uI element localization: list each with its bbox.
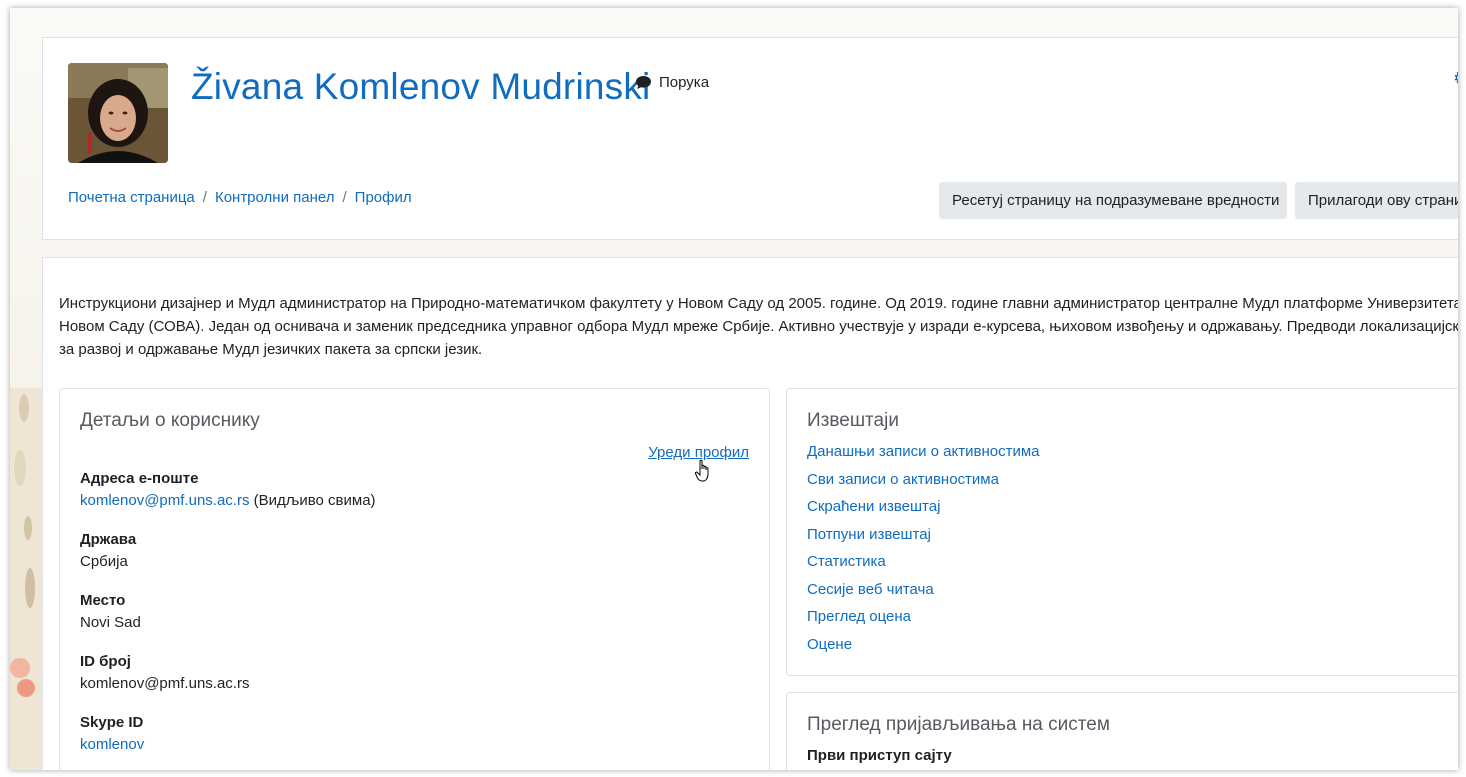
browser-viewport: Živana Komlenov Mudrinski Порука ⚙ Почет… bbox=[10, 8, 1458, 770]
floral-decoration bbox=[10, 388, 44, 770]
customize-page-button[interactable]: Прилагоди ову страницу bbox=[1295, 182, 1458, 219]
breadcrumb-separator: / bbox=[342, 189, 347, 206]
hand-cursor-icon bbox=[694, 459, 709, 482]
reports-title: Извештаји bbox=[807, 410, 899, 431]
user-avatar[interactable] bbox=[68, 63, 168, 163]
profile-content: Инструкциони дизајнер и Мудл администрат… bbox=[42, 257, 1458, 770]
id-number-label: ID број bbox=[80, 653, 131, 670]
list-item: Оцене bbox=[807, 636, 1040, 664]
email-visibility: (Видљиво свима) bbox=[253, 492, 376, 509]
reports-list: Данашњи записи о активностима Сви записи… bbox=[807, 443, 1040, 663]
report-link-browser-sessions[interactable]: Сесије веб читача bbox=[807, 581, 934, 598]
login-activity-card: Преглед пријављивања на систем Први прис… bbox=[786, 692, 1458, 770]
user-details-title: Детаљи о кориснику bbox=[80, 410, 260, 431]
id-number-value: komlenov@pmf.uns.ac.rs bbox=[80, 675, 250, 692]
reset-page-button[interactable]: Ресетуј страницу на подразумеване вредно… bbox=[939, 182, 1287, 219]
skype-link[interactable]: komlenov bbox=[80, 736, 144, 753]
skype-row: komlenov bbox=[80, 736, 376, 770]
message-label: Порука bbox=[659, 74, 710, 91]
list-item: Статистика bbox=[807, 553, 1040, 581]
list-item: Скраћени извештај bbox=[807, 498, 1040, 526]
breadcrumb-separator: / bbox=[202, 189, 207, 206]
breadcrumb-profile[interactable]: Профил bbox=[355, 189, 412, 206]
list-item: Данашњи записи о активностима bbox=[807, 443, 1040, 471]
list-item: Сесије веб читача bbox=[807, 581, 1040, 609]
user-details-card: Детаљи о кориснику Уреди профил Адреса е… bbox=[59, 388, 770, 770]
email-label: Адреса е-поште bbox=[80, 470, 199, 487]
email-row: komlenov@pmf.uns.ac.rs (Видљиво свима) bbox=[80, 492, 376, 531]
reports-card: Извештаји Данашњи записи о активностима … bbox=[786, 388, 1458, 676]
country-value: Србија bbox=[80, 553, 128, 570]
gear-icon[interactable]: ⚙ bbox=[1453, 68, 1458, 89]
report-link-all-logs[interactable]: Сви записи о активностима bbox=[807, 471, 999, 488]
city-value: Novi Sad bbox=[80, 614, 141, 631]
email-link[interactable]: komlenov@pmf.uns.ac.rs bbox=[80, 492, 249, 509]
login-activity-title: Преглед пријављивања на систем bbox=[807, 714, 1110, 735]
page-header: Živana Komlenov Mudrinski Порука ⚙ Почет… bbox=[42, 37, 1458, 240]
skype-label: Skype ID bbox=[80, 714, 144, 731]
breadcrumb-home[interactable]: Почетна страница bbox=[68, 189, 195, 206]
list-item: Преглед оцена bbox=[807, 608, 1040, 636]
report-link-grades-overview[interactable]: Преглед оцена bbox=[807, 608, 911, 625]
description-line: Новом Саду (СОВА). Један од оснивача и з… bbox=[59, 318, 1458, 335]
report-link-statistics[interactable]: Статистика bbox=[807, 553, 886, 570]
user-details-list: Адреса е-поште komlenov@pmf.uns.ac.rs (В… bbox=[80, 470, 376, 770]
report-link-today-logs[interactable]: Данашњи записи о активностима bbox=[807, 443, 1040, 460]
breadcrumb-dashboard[interactable]: Контролни панел bbox=[215, 189, 335, 206]
breadcrumb: Почетна страница / Контролни панел / Про… bbox=[68, 189, 412, 206]
user-description: Инструкциони дизајнер и Мудл администрат… bbox=[59, 292, 1458, 361]
user-full-name: Živana Komlenov Mudrinski bbox=[191, 66, 651, 107]
message-button[interactable]: Порука bbox=[635, 74, 709, 91]
country-label: Држава bbox=[80, 531, 137, 548]
description-line: за развој и одржавање Мудл језичких паке… bbox=[59, 341, 483, 358]
description-line: Инструкциони дизајнер и Мудл администрат… bbox=[59, 295, 1458, 312]
report-link-grades[interactable]: Оцене bbox=[807, 636, 852, 653]
report-link-outline[interactable]: Скраћени извештај bbox=[807, 498, 940, 515]
city-label: Место bbox=[80, 592, 126, 609]
list-item: Сви записи о активностима bbox=[807, 471, 1040, 499]
first-access-label: Први приступ сајту bbox=[807, 747, 952, 764]
list-item: Потпуни извештај bbox=[807, 526, 1040, 554]
report-link-complete[interactable]: Потпуни извештај bbox=[807, 526, 931, 543]
speech-bubble-icon bbox=[636, 76, 651, 89]
